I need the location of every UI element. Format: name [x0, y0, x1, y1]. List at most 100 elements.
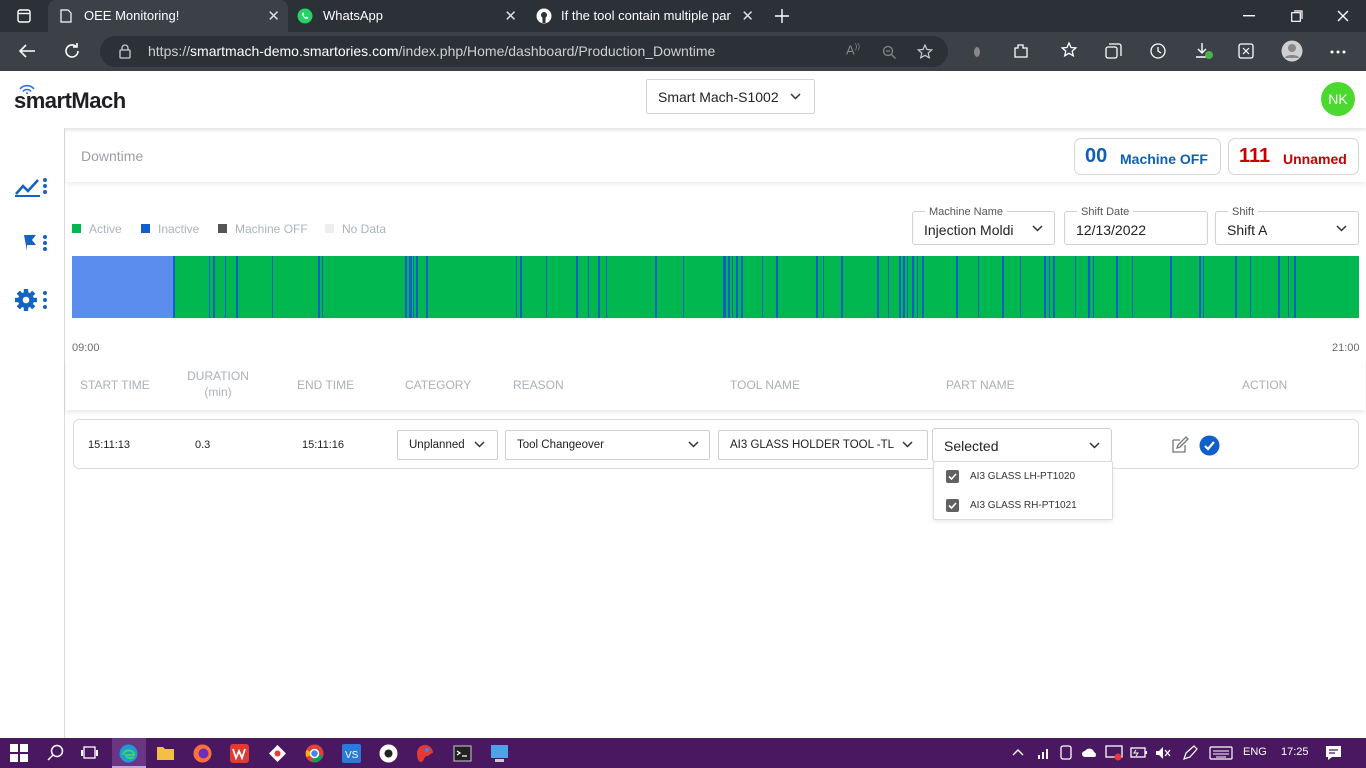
stat-label: Machine OFF: [1120, 151, 1208, 167]
downloads-icon[interactable]: [1194, 42, 1214, 60]
extensions-icon[interactable]: [1013, 43, 1029, 59]
stat-machine-off[interactable]: 00 Machine OFF: [1074, 138, 1221, 175]
downtime-timeline[interactable]: [72, 256, 1359, 318]
close-tab-icon[interactable]: ✕: [504, 7, 517, 25]
keyboard-icon[interactable]: [1209, 746, 1233, 760]
windows-taskbar: VS ENG 17:25: [0, 738, 1366, 768]
firefox-icon[interactable]: [193, 744, 212, 763]
github-icon: [536, 8, 552, 24]
url-bar[interactable]: https://smartmach-demo.smartories.com/in…: [100, 36, 948, 67]
url-path: /index.php/Home/dashboard/Production_Dow…: [398, 43, 716, 59]
extension-drop-icon[interactable]: [972, 44, 982, 58]
minimize-icon[interactable]: [1243, 15, 1255, 17]
legend-swatch: [325, 224, 334, 233]
task-view-icon[interactable]: [81, 744, 98, 761]
app-icon[interactable]: [268, 744, 287, 763]
remote-icon[interactable]: [1105, 745, 1123, 761]
read-aloud-icon[interactable]: A)): [846, 42, 860, 57]
more-icon[interactable]: [1330, 50, 1346, 54]
machine-selector[interactable]: Smart Mach-S1002: [646, 79, 815, 114]
svg-text:VS: VS: [345, 750, 359, 761]
checkbox-checked[interactable]: [946, 470, 959, 483]
volume-muted-icon[interactable]: [1155, 746, 1171, 760]
add-favorite-icon[interactable]: [917, 44, 934, 60]
legend-swatch: [72, 224, 81, 233]
shift-select[interactable]: Shift Shift A: [1215, 206, 1359, 245]
history-icon[interactable]: [1149, 42, 1167, 60]
terminal-icon[interactable]: [453, 744, 472, 763]
tab-title: If the tool contain multiple parts,: [561, 8, 731, 23]
phone-icon[interactable]: [1060, 745, 1072, 760]
tab-whatsapp[interactable]: WhatsApp ✕: [288, 0, 525, 32]
close-tab-icon[interactable]: ✕: [267, 7, 280, 25]
new-tab-icon[interactable]: [774, 8, 790, 24]
reason-select[interactable]: Tool Changeover: [505, 430, 710, 460]
chrome-icon[interactable]: [305, 744, 324, 763]
zoom-icon[interactable]: [882, 45, 896, 59]
language-indicator[interactable]: ENG: [1243, 746, 1267, 758]
back-icon[interactable]: [18, 43, 36, 59]
close-tab-icon[interactable]: ✕: [741, 7, 754, 25]
chart-line-icon: [15, 178, 47, 197]
page-title: Downtime: [81, 148, 144, 164]
tab-actions-icon[interactable]: [17, 9, 31, 23]
favorites-icon[interactable]: [1061, 42, 1079, 59]
col-duration-label: DURATION: [187, 369, 249, 383]
legend-label: No Data: [342, 222, 387, 236]
restore-icon[interactable]: [1291, 10, 1303, 22]
cell-end-time: 15:11:16: [302, 439, 345, 451]
part-name-value: Selected: [944, 438, 999, 454]
windows-start-icon[interactable]: [10, 744, 28, 762]
close-window-icon[interactable]: [1337, 10, 1349, 22]
field-value: Shift A: [1227, 222, 1268, 238]
cell-duration: 0.3: [195, 439, 211, 451]
app2-icon[interactable]: [379, 744, 398, 763]
save-check-icon[interactable]: [1199, 435, 1220, 456]
profile-icon[interactable]: [1281, 40, 1303, 62]
paint-icon[interactable]: [416, 744, 435, 763]
cell-start-time: 15:11:13: [88, 439, 131, 451]
stat-unnamed[interactable]: 111 Unnamed: [1228, 138, 1359, 175]
machine-name-select[interactable]: Machine Name Injection Moldi: [912, 206, 1055, 245]
sidebar: [0, 128, 65, 738]
file-explorer-icon[interactable]: [156, 744, 175, 761]
network-icon[interactable]: [1037, 746, 1053, 760]
app3-icon[interactable]: [490, 744, 509, 763]
shift-date-input[interactable]: Shift Date 12/13/2022: [1064, 206, 1208, 245]
onedrive-icon[interactable]: [1081, 747, 1099, 758]
url-text: https://smartmach-demo.smartories.com/in…: [148, 43, 715, 59]
tab-oee-monitoring[interactable]: OEE Monitoring! ✕: [48, 0, 288, 32]
chevron-up-icon[interactable]: [1012, 748, 1024, 756]
page-title-row: Downtime 00 Machine OFF 111 Unnamed: [66, 128, 1366, 182]
notifications-icon[interactable]: [1325, 745, 1342, 761]
edit-icon[interactable]: [1171, 436, 1189, 454]
legend-active: Active: [72, 222, 122, 236]
collections-icon[interactable]: [1105, 43, 1122, 60]
col-start-time: START TIME: [80, 378, 150, 392]
chevron-down-icon: [1089, 442, 1100, 449]
url-scheme: https://: [148, 43, 191, 59]
clock[interactable]: 17:25: [1281, 746, 1309, 758]
lock-icon[interactable]: [119, 44, 131, 59]
app-logo[interactable]: smartMach: [14, 88, 126, 114]
screenshot-icon[interactable]: [1238, 43, 1254, 59]
edge-icon[interactable]: [119, 744, 138, 763]
search-icon[interactable]: [47, 744, 64, 761]
tab-github[interactable]: If the tool contain multiple parts, ✕: [525, 0, 762, 32]
stat-label: Unnamed: [1283, 151, 1347, 167]
category-select[interactable]: Unplanned: [397, 430, 498, 460]
field-label: Shift Date: [1077, 206, 1134, 218]
checkbox-checked[interactable]: [946, 499, 959, 512]
part-option-label: AI3 GLASS LH-PT1020: [970, 471, 1076, 482]
pen-icon[interactable]: [1182, 745, 1198, 761]
vscode-icon[interactable]: VS: [342, 744, 361, 763]
part-name-select[interactable]: Selected: [932, 428, 1112, 462]
avatar[interactable]: NK: [1321, 82, 1355, 116]
battery-icon[interactable]: [1130, 746, 1148, 759]
browser-address-bar: https://smartmach-demo.smartories.com/in…: [0, 32, 1366, 71]
refresh-icon[interactable]: [63, 42, 81, 60]
col-action: ACTION: [1242, 378, 1288, 392]
field-label: Shift: [1228, 206, 1259, 218]
wps-icon[interactable]: [230, 744, 249, 763]
tool-name-select[interactable]: AI3 GLASS HOLDER TOOL -TL1(: [718, 430, 928, 460]
